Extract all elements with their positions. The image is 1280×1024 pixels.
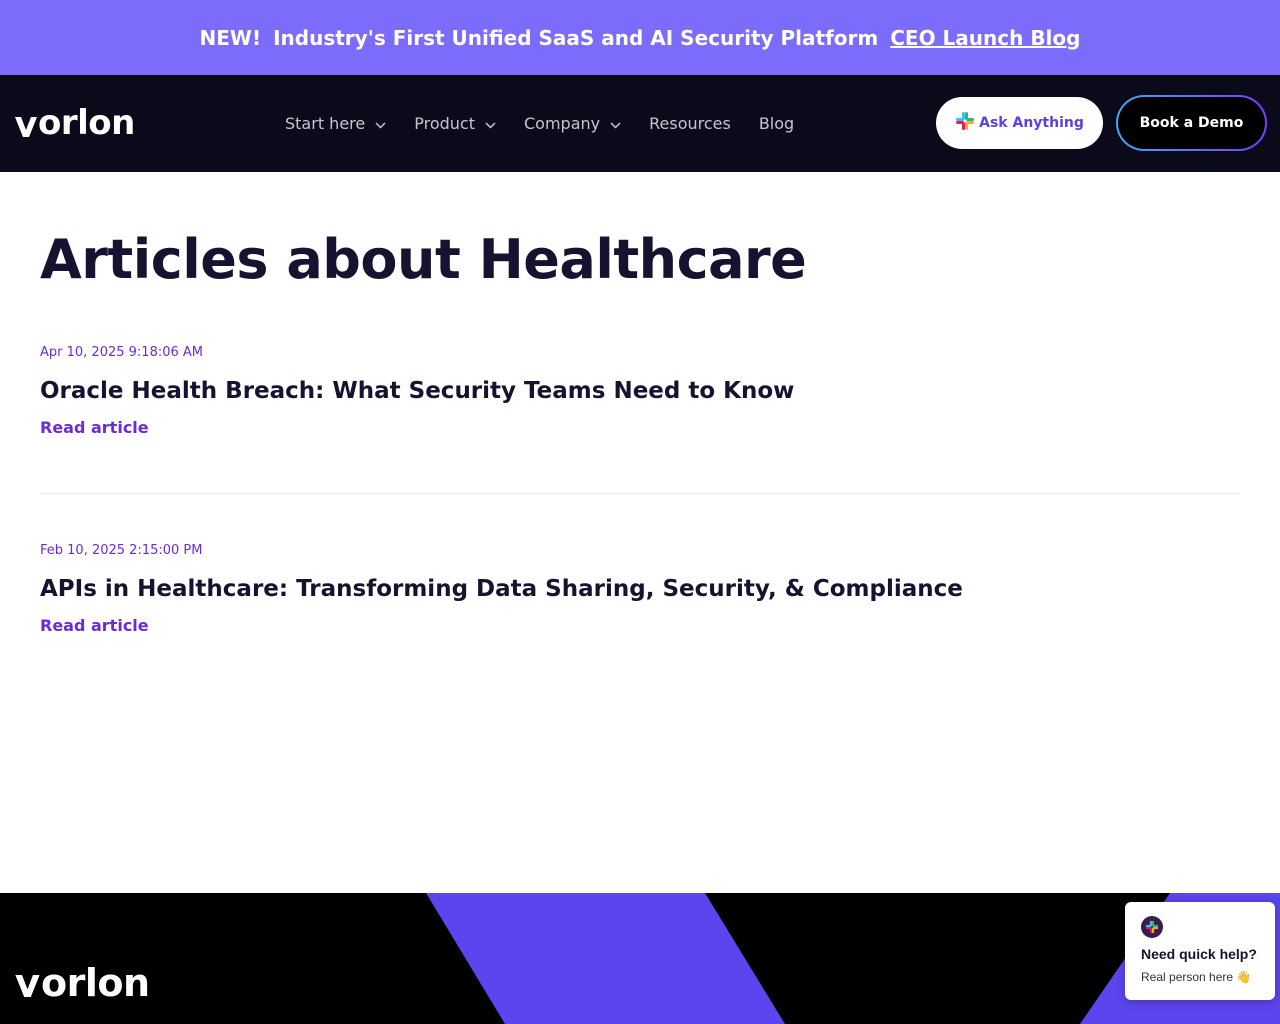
vorlon-logo[interactable]: orlon (15, 105, 135, 141)
read-article-link[interactable]: Read article (40, 616, 149, 635)
menu-item-label: Blog (758, 114, 795, 133)
ask-anything-label: Ask Anything (979, 115, 1084, 131)
menu-item-start-here[interactable]: Start here (285, 114, 386, 133)
footer-vorlon-logo[interactable]: orlon (15, 961, 150, 1005)
menu-item-label: Start here (285, 114, 366, 133)
ceo-launch-blog-link[interactable]: CEO Launch Blog (890, 26, 1080, 50)
footer: orlon (0, 893, 1280, 1024)
footer-logo-text: orlon (41, 961, 150, 1005)
book-demo-button[interactable]: Book a Demo (1116, 95, 1267, 151)
chevron-down-icon (375, 114, 386, 133)
main-menu: Start here Product Company Resources Blo… (285, 75, 794, 172)
article-title[interactable]: APIs in Healthcare: Transforming Data Sh… (40, 576, 1240, 602)
slack-icon (1141, 916, 1163, 938)
article-date: Feb 10, 2025 2:15:00 PM (40, 543, 203, 558)
announcement-new-label: NEW! (199, 25, 262, 50)
menu-item-label: Company (523, 114, 601, 133)
chevron-down-icon (485, 114, 496, 133)
read-article-link[interactable]: Read article (40, 418, 149, 437)
menu-item-company[interactable]: Company (524, 114, 621, 133)
article-card: Apr 10, 2025 9:18:06 AM Oracle Health Br… (40, 345, 1240, 437)
article-divider (40, 493, 1240, 494)
footer-stripes-decoration (426, 893, 1280, 1024)
menu-item-blog[interactable]: Blog (759, 114, 794, 133)
logo-v-mark-icon (15, 975, 40, 1001)
announcement-bar: NEW! Industry's First Unified SaaS and A… (0, 0, 1280, 75)
chat-subtext: Real person here 👋 (1141, 970, 1252, 984)
article-date: Apr 10, 2025 9:18:06 AM (40, 345, 204, 360)
menu-item-label: Resources (649, 114, 731, 133)
logo-v-mark-icon (15, 117, 37, 141)
chat-heading: Need quick help? (1141, 946, 1257, 962)
article-card: Feb 10, 2025 2:15:00 PM APIs in Healthca… (40, 543, 1240, 635)
article-title[interactable]: Oracle Health Breach: What Security Team… (40, 378, 1240, 404)
chat-help-widget[interactable]: Need quick help? Real person here 👋 (1125, 902, 1275, 1000)
logo-text: orlon (38, 103, 135, 143)
menu-item-product[interactable]: Product (414, 114, 496, 133)
chevron-down-icon (610, 114, 621, 133)
menu-item-resources[interactable]: Resources (649, 114, 731, 133)
ask-anything-button[interactable]: Ask Anything (936, 97, 1103, 149)
menu-item-label: Product (414, 114, 475, 133)
announcement-headline: Industry's First Unified SaaS and AI Sec… (273, 25, 879, 50)
page-title: Articles about Healthcare (40, 228, 807, 291)
slack-icon (955, 111, 975, 135)
